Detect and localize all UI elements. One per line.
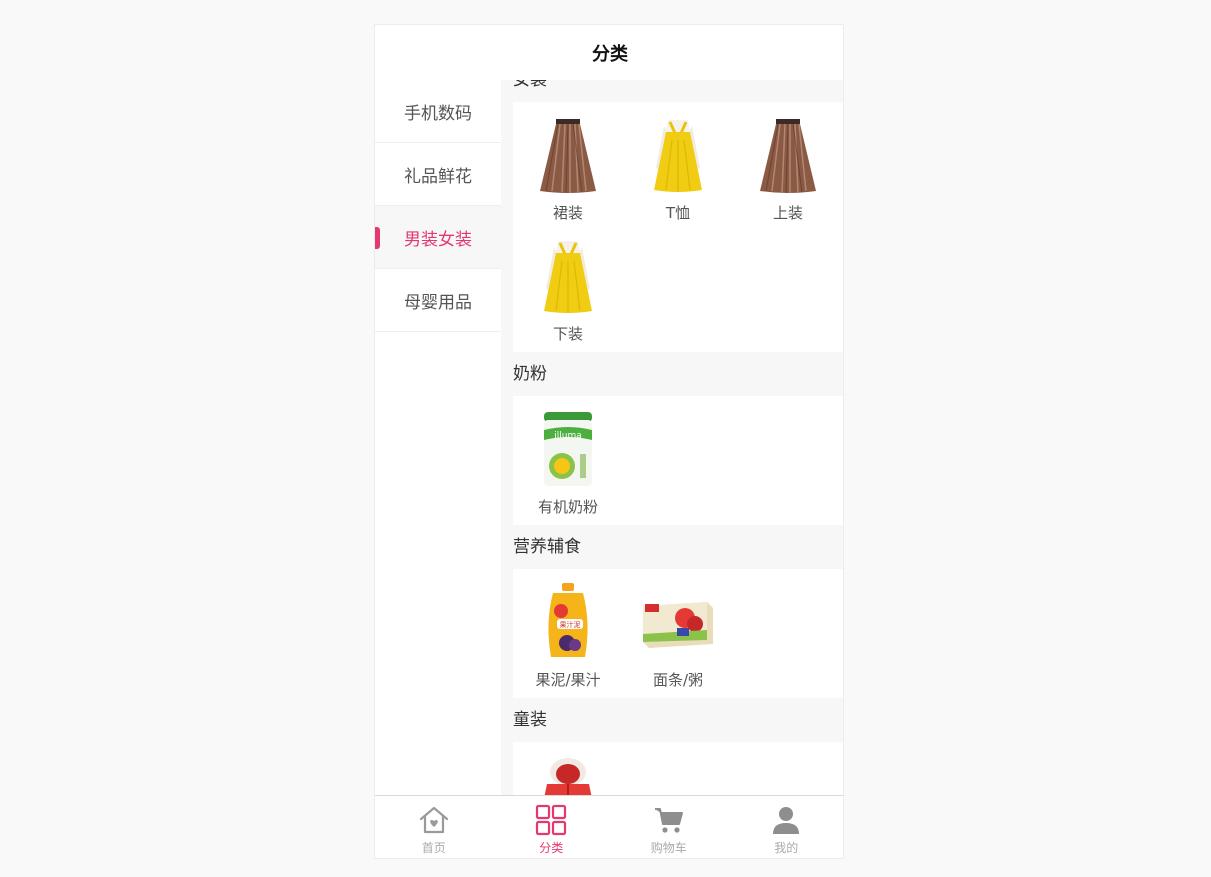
subcategory-label: 面条/粥 xyxy=(652,671,704,689)
subcategory-item[interactable]: illuma 有机奶粉 xyxy=(513,406,623,527)
section-grid-womens: 裙装 T恤 上装 下装 xyxy=(513,102,843,354)
sidebar-item-clothing[interactable]: 男装女装 xyxy=(375,206,501,269)
section-title: 女装 xyxy=(513,80,547,90)
svg-text:illuma: illuma xyxy=(554,431,582,441)
subcategory-label: T恤 xyxy=(665,204,691,222)
section-grid-kids xyxy=(513,742,843,797)
subcategory-label: 上装 xyxy=(772,204,803,222)
tab-category[interactable]: 分类 xyxy=(493,796,611,858)
subcategory-item[interactable]: T恤 xyxy=(623,112,733,233)
bottom-tab-bar: 首页 分类 购物车 我的 xyxy=(375,795,844,858)
sidebar-item-label: 男装女装 xyxy=(404,229,472,250)
category-content[interactable]: 女装 裙装 T恤 上装 下装 奶粉 illuma 有机奶粉 营养辅食 果汁泥 果… xyxy=(501,80,843,797)
top-bar: 分类 xyxy=(375,25,843,80)
skirt-image xyxy=(528,116,608,196)
subcategory-item[interactable]: 上装 xyxy=(733,112,843,233)
sidebar-item-baby[interactable]: 母婴用品 xyxy=(375,269,501,332)
subcategory-item[interactable]: 裙装 xyxy=(513,112,623,233)
skirt-image xyxy=(748,116,828,196)
tab-home[interactable]: 首页 xyxy=(375,796,493,858)
category-grid-icon xyxy=(534,803,568,837)
cart-icon xyxy=(652,803,686,837)
kids-jacket-image xyxy=(528,756,608,797)
subcategory-item[interactable] xyxy=(513,752,623,797)
active-marker xyxy=(375,227,380,249)
tab-cart[interactable]: 购物车 xyxy=(610,796,728,858)
subcategory-label: 果泥/果汁 xyxy=(535,671,601,689)
tab-label: 购物车 xyxy=(650,840,687,855)
dress-image xyxy=(638,116,718,196)
fruit-pouch-image: 果汁泥 xyxy=(528,583,608,663)
section-grid-milk: illuma 有机奶粉 xyxy=(513,396,843,527)
svg-text:果汁泥: 果汁泥 xyxy=(560,620,581,629)
tab-label: 首页 xyxy=(421,840,446,855)
section-title: 童装 xyxy=(513,710,547,730)
subcategory-label: 有机奶粉 xyxy=(537,498,598,516)
tab-label: 分类 xyxy=(539,840,564,855)
dress-image xyxy=(528,237,608,317)
category-sidebar[interactable]: 手机数码 礼品鲜花 男装女装 母婴用品 xyxy=(375,80,501,797)
home-icon xyxy=(417,803,451,837)
sidebar-item-digital[interactable]: 手机数码 xyxy=(375,80,501,143)
tab-profile[interactable]: 我的 xyxy=(728,796,844,858)
milk-powder-can-image: illuma xyxy=(528,410,608,490)
subcategory-label: 下装 xyxy=(552,325,583,343)
sidebar-item-label: 手机数码 xyxy=(404,103,472,124)
user-icon xyxy=(769,803,803,837)
page-title: 分类 xyxy=(592,43,628,65)
subcategory-item[interactable]: 果汁泥 果泥/果汁 xyxy=(513,579,623,700)
section-title: 营养辅食 xyxy=(513,537,581,557)
sidebar-item-label: 礼品鲜花 xyxy=(404,166,472,187)
sidebar-item-gifts[interactable]: 礼品鲜花 xyxy=(375,143,501,206)
section-title: 奶粉 xyxy=(513,364,547,384)
noodle-box-image xyxy=(638,583,718,663)
sidebar-item-label: 母婴用品 xyxy=(404,292,472,313)
subcategory-item[interactable]: 下装 xyxy=(513,233,623,354)
section-grid-baby-food: 果汁泥 果泥/果汁 面条/粥 xyxy=(513,569,843,700)
subcategory-label: 裙装 xyxy=(552,204,583,222)
tab-label: 我的 xyxy=(774,840,799,855)
phone-frame: 分类 手机数码 礼品鲜花 男装女装 母婴用品 女装 裙装 T恤 上装 下装 奶粉… xyxy=(374,24,844,859)
subcategory-item[interactable]: 面条/粥 xyxy=(623,579,733,700)
